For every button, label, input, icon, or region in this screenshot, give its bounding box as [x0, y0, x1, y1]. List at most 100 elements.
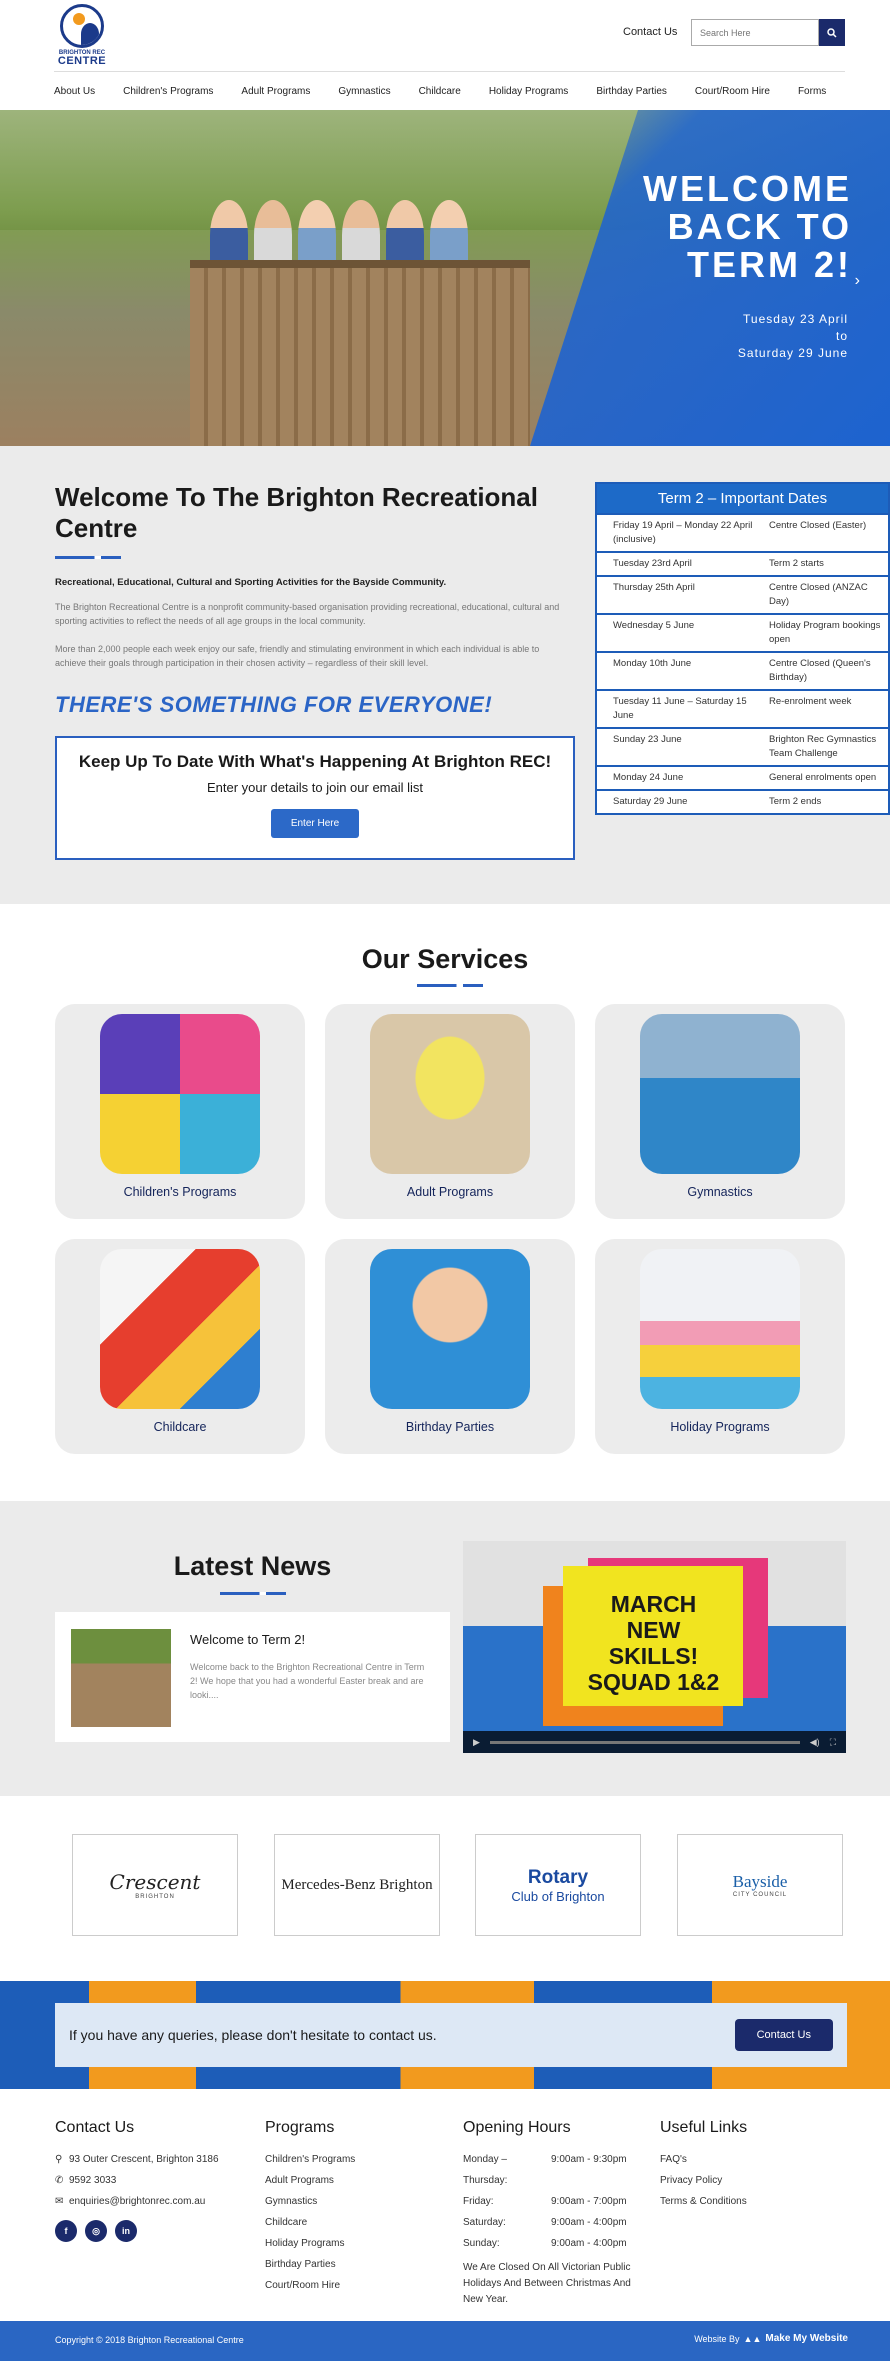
footer-link[interactable]: FAQ's [660, 2149, 747, 2170]
site-footer: Contact Us ⚲ 93 Outer Crescent, Brighton … [0, 2089, 890, 2321]
important-dates-table: Term 2 – Important Dates Friday 19 April… [595, 482, 890, 815]
play-icon[interactable]: ▶ [473, 1737, 480, 1748]
signup-subtitle: Enter your details to join our email lis… [206, 780, 424, 795]
contact-cta-band: If you have any queries, please don't he… [0, 1981, 890, 2089]
search-input[interactable] [691, 19, 819, 46]
service-card-adult-programs[interactable]: Adult Programs [325, 1004, 575, 1219]
search-button[interactable] [819, 19, 845, 46]
footer-link[interactable]: Privacy Policy [660, 2170, 747, 2191]
welcome-paragraph-1: The Brighton Recreational Centre is a no… [55, 602, 560, 626]
contact-cta-text: If you have any queries, please don't he… [69, 2027, 437, 2043]
news-title: Latest News [173, 1551, 332, 1581]
title-underline [417, 984, 483, 987]
service-card-holiday-programs[interactable]: Holiday Programs [595, 1239, 845, 1454]
welcome-title: Welcome To The Brighton Recreational Cen… [55, 482, 538, 543]
search-form [691, 19, 845, 46]
video-player[interactable]: MARCH NEW SKILLS! SQUAD 1&2 ▶ ◀) ⛶ [463, 1541, 846, 1753]
news-post-excerpt: Welcome back to the Brighton Recreationa… [190, 1662, 425, 1700]
footer-link[interactable]: Court/Room Hire [265, 2275, 355, 2296]
service-card-childrens-programs[interactable]: Children's Programs [55, 1004, 305, 1219]
nav-holiday-programs[interactable]: Holiday Programs [489, 86, 568, 97]
fullscreen-icon[interactable]: ⛶ [830, 1737, 836, 1748]
facebook-icon[interactable]: f [55, 2220, 77, 2242]
services-grid: Children's Programs Adult Programs Gymna… [55, 1004, 847, 1454]
logo-mark [60, 4, 104, 48]
instagram-icon[interactable]: ◎ [85, 2220, 107, 2242]
header-contact-link[interactable]: Contact Us [623, 26, 677, 38]
site-credit[interactable]: Website By ▲▲ Make My Website [694, 2333, 848, 2344]
site-logo[interactable]: BRIGHTON REC CENTRE [54, 4, 110, 70]
header-divider [54, 71, 845, 72]
table-row: Wednesday 5 June Holiday Program bookings… [597, 613, 888, 651]
hours-note: We Are Closed On All Victorian Public Ho… [463, 2262, 631, 2305]
footer-phone[interactable]: 9592 3033 [69, 2175, 116, 2186]
signup-button[interactable]: Enter Here [270, 809, 360, 838]
service-label: Gymnastics [687, 1185, 753, 1199]
slider-next-icon[interactable]: › [855, 272, 860, 290]
hero-headline: WELCOME BACK TO TERM 2! [643, 168, 852, 285]
contact-cta-box: If you have any queries, please don't he… [55, 2003, 847, 2067]
footer-link[interactable]: Childcare [265, 2212, 355, 2233]
services-section: Our Services Children's Programs Adult P… [0, 904, 890, 1501]
service-card-birthday-parties[interactable]: Birthday Parties [325, 1239, 575, 1454]
news-section: Latest News Welcome to Term 2! Welcome b… [0, 1501, 890, 1796]
footer-link[interactable]: Holiday Programs [265, 2233, 355, 2254]
service-image [640, 1249, 800, 1409]
service-image [100, 1249, 260, 1409]
footer-link[interactable]: Terms & Conditions [660, 2191, 747, 2212]
nav-gymnastics[interactable]: Gymnastics [338, 86, 390, 97]
nav-birthday-parties[interactable]: Birthday Parties [596, 86, 667, 97]
table-row: Saturday 29 June Term 2 ends [597, 789, 888, 813]
footer-hours: Opening Hours Monday – Thursday: 9:00am -… [463, 2119, 653, 2308]
footer-links-title: Useful Links [660, 2119, 748, 2136]
hero-wooden-deck [190, 260, 530, 446]
service-card-childcare[interactable]: Childcare [55, 1239, 305, 1454]
footer-email[interactable]: enquiries@brightonrec.com.au [69, 2196, 205, 2207]
table-row: Monday 10th June Centre Closed (Queen's B… [597, 651, 888, 689]
sponsor-crescent[interactable]: Crescent BRIGHTON [72, 1834, 238, 1936]
signup-title: Keep Up To Date With What's Happening At… [78, 752, 552, 771]
social-links: f ◎ in [55, 2220, 219, 2242]
email-icon: ✉ [55, 2196, 64, 2207]
footer-link[interactable]: Birthday Parties [265, 2254, 355, 2275]
nav-adult-programs[interactable]: Adult Programs [241, 86, 310, 97]
footer-link[interactable]: Adult Programs [265, 2170, 355, 2191]
contact-us-button[interactable]: Contact Us [734, 2019, 833, 2051]
welcome-slogan: THERE'S SOMETHING FOR EVERYONE! [55, 692, 493, 717]
footer-link[interactable]: Children's Programs [265, 2149, 355, 2170]
footer-link[interactable]: Gymnastics [265, 2191, 355, 2212]
service-label: Children's Programs [123, 1185, 237, 1199]
table-row: Sunday 23 June Brighton Rec Gymnastics Te… [597, 727, 888, 765]
service-label: Adult Programs [406, 1185, 494, 1199]
service-image [370, 1014, 530, 1174]
nav-forms[interactable]: Forms [798, 86, 826, 97]
table-row: Tuesday 11 June – Saturday 15 June Re-enr… [597, 689, 888, 727]
nav-court-room-hire[interactable]: Court/Room Hire [695, 86, 770, 97]
footer-address: 93 Outer Crescent, Brighton 3186 [69, 2154, 219, 2165]
search-icon [827, 27, 837, 38]
footer-useful-links: Useful Links FAQ's Privacy Policy Terms … [660, 2119, 747, 2212]
nav-about-us[interactable]: About Us [54, 86, 95, 97]
service-image [100, 1014, 260, 1174]
welcome-section: Welcome To The Brighton Recreational Cen… [0, 446, 890, 904]
video-progress[interactable] [489, 1740, 800, 1744]
news-post-title[interactable]: Welcome to Term 2! [190, 1632, 305, 1647]
linkedin-icon[interactable]: in [115, 2220, 137, 2242]
volume-icon[interactable]: ◀) [810, 1737, 820, 1748]
table-row: Tuesday 23rd April Term 2 starts [597, 551, 888, 575]
hours-row: Saturday: 9:00am - 4:00pm [463, 2217, 627, 2228]
title-underline [55, 556, 121, 559]
news-thumbnail[interactable] [71, 1629, 171, 1727]
main-nav: About Us Children's Programs Adult Progr… [54, 86, 854, 97]
sponsor-mercedes-benz[interactable]: Mercedes-Benz Brighton [274, 1834, 440, 1936]
service-card-gymnastics[interactable]: Gymnastics [595, 1004, 845, 1219]
news-post-card[interactable]: Welcome to Term 2! Welcome back to the B… [55, 1612, 450, 1742]
video-poster-text: MARCH NEW SKILLS! SQUAD 1&2 [587, 1591, 720, 1695]
sponsor-rotary[interactable]: Rotary Club of Brighton [475, 1834, 641, 1936]
copyright-text: Copyright © 2018 Brighton Recreational C… [55, 2335, 244, 2345]
nav-childcare[interactable]: Childcare [419, 86, 461, 97]
sponsor-bayside[interactable]: Bayside CITY COUNCIL [677, 1834, 843, 1936]
phone-icon: ✆ [55, 2175, 64, 2186]
footer-hours-title: Opening Hours [463, 2119, 571, 2136]
nav-childrens-programs[interactable]: Children's Programs [123, 86, 213, 97]
